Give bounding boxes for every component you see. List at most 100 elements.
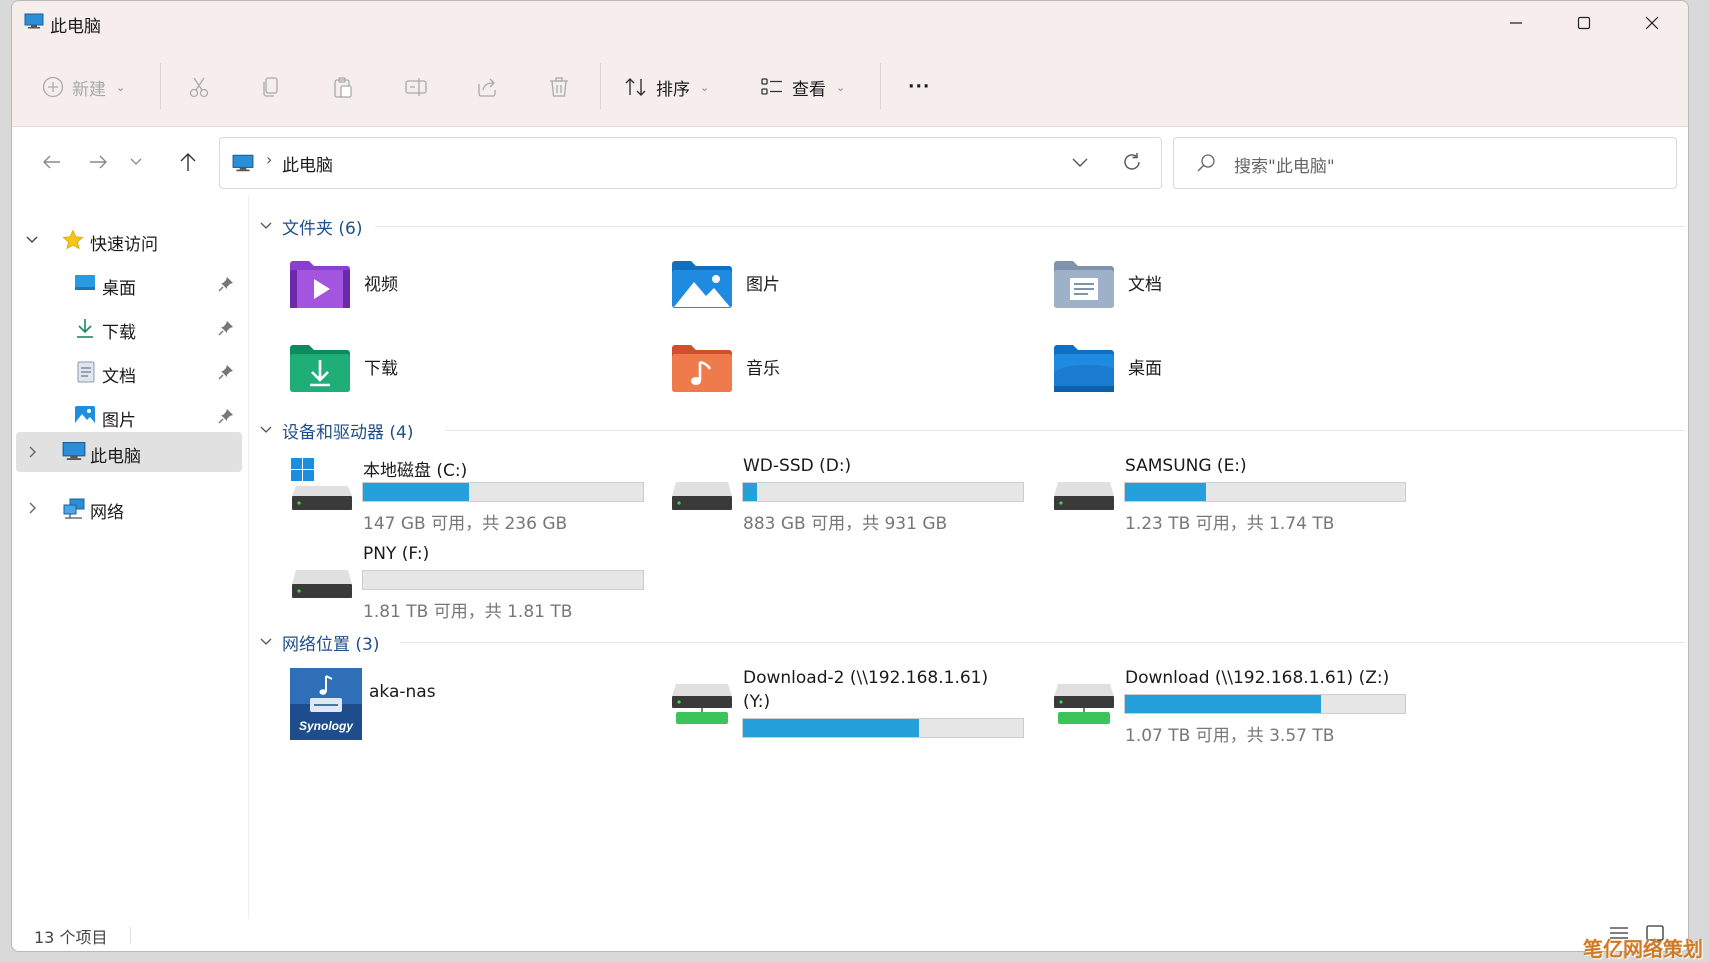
new-button[interactable]: 新建 ⌄ [42, 67, 125, 107]
back-button[interactable] [34, 147, 70, 177]
download-icon [77, 319, 93, 338]
folder-item[interactable]: 视频 [288, 258, 628, 328]
folder-name: 桌面 [1128, 359, 1162, 379]
group-header-folders[interactable]: 文件夹 (6) [260, 211, 362, 241]
pin-icon[interactable] [218, 408, 234, 424]
group-title: 文件夹 (6) [282, 218, 363, 239]
chevron-down-icon: ⌄ [116, 80, 126, 94]
address-bar[interactable]: › 此电脑 [219, 137, 1162, 189]
star-icon [62, 229, 84, 250]
share-button[interactable] [476, 67, 498, 107]
chevron-down-icon[interactable] [1071, 152, 1089, 172]
refresh-icon[interactable] [1121, 151, 1143, 173]
group-divider [400, 642, 1685, 643]
sidebar-item-downloads[interactable]: 下载 [16, 308, 242, 348]
hard-drive-icon [1054, 482, 1114, 510]
network-icon [63, 498, 85, 519]
chevron-right-icon[interactable] [24, 500, 40, 516]
folder-item[interactable]: 下载 [288, 342, 628, 412]
plus-circle-icon [42, 76, 64, 98]
more-options-button[interactable]: ··· [908, 67, 930, 107]
search-box[interactable]: 搜索"此电脑" [1173, 137, 1677, 189]
hard-drive-icon [292, 570, 352, 598]
folder-item[interactable]: 文档 [1052, 258, 1392, 328]
folder-item[interactable]: 图片 [670, 258, 1010, 328]
new-label: 新建 [72, 79, 106, 100]
group-divider [445, 430, 1685, 431]
sidebar-label: 快速访问 [90, 235, 158, 255]
this-pc-icon [24, 13, 44, 29]
drive-usage-fill [1125, 695, 1321, 713]
drive-usage-bar [1124, 694, 1406, 714]
delete-button[interactable] [548, 67, 570, 107]
drive-space-info: 1.23 TB 可用，共 1.74 TB [1125, 514, 1335, 534]
this-pc-icon [232, 154, 254, 172]
forward-button[interactable] [80, 147, 116, 177]
scissors-icon [189, 77, 209, 98]
folder-item[interactable]: 音乐 [670, 342, 1010, 412]
pin-icon[interactable] [218, 320, 234, 336]
drive-usage-bar [1124, 482, 1406, 502]
copy-button[interactable] [260, 67, 282, 107]
system-drive-icon [291, 458, 352, 510]
chevron-down-icon[interactable] [24, 232, 40, 248]
toolbar-divider [160, 63, 161, 109]
sidebar-label: 图片 [102, 411, 136, 431]
sidebar-item-desktop[interactable]: 桌面 [16, 264, 242, 304]
sidebar-item-quick-access[interactable]: 快速访问 [16, 220, 242, 260]
cut-button[interactable] [188, 67, 210, 107]
search-icon [1197, 154, 1215, 172]
folder-item[interactable]: 桌面 [1052, 342, 1392, 412]
music-folder-icon [672, 345, 732, 392]
minimize-icon [1510, 22, 1522, 24]
sort-button[interactable]: 排序 ⌄ [624, 67, 709, 107]
status-bar: 13 个项目 [12, 919, 1688, 951]
desktop-icon [75, 275, 95, 290]
drive-item[interactable]: WD-SSD (D:) 883 GB 可用，共 931 GB [670, 456, 1030, 538]
view-button[interactable]: 查看 ⌄ [760, 67, 845, 107]
synology-nas-icon: Synology [290, 668, 362, 740]
breadcrumb-this-pc[interactable]: 此电脑 [282, 151, 333, 176]
chevron-down-icon [130, 158, 142, 165]
rename-button[interactable] [404, 67, 428, 107]
sidebar-item-network[interactable]: 网络 [16, 488, 242, 528]
minimize-button[interactable] [1482, 1, 1550, 45]
maximize-button[interactable] [1550, 1, 1618, 45]
search-input[interactable]: 搜索"此电脑" [1234, 152, 1335, 177]
more-options-icon: ··· [908, 77, 931, 97]
network-drive-item[interactable]: Download (\\192.168.1.61) (Z:) 1.07 TB 可… [1052, 668, 1412, 750]
drive-usage-fill [743, 483, 757, 501]
drive-usage-bar [362, 570, 644, 590]
group-title: 设备和驱动器 (4) [282, 422, 414, 443]
sidebar-item-pictures[interactable]: 图片 [16, 396, 242, 436]
sidebar-item-documents[interactable]: 文档 [16, 352, 242, 392]
drive-item[interactable]: PNY (F:) 1.81 TB 可用，共 1.81 TB [290, 544, 650, 626]
recent-locations-button[interactable] [124, 147, 148, 177]
drive-usage-bar [742, 482, 1024, 502]
drive-item[interactable]: SAMSUNG (E:) 1.23 TB 可用，共 1.74 TB [1052, 456, 1412, 538]
network-drive-name: Download-2 (\\192.168.1.61) [743, 668, 989, 688]
desktop-folder-icon [1054, 345, 1114, 392]
drive-item[interactable]: 本地磁盘 (C:) 147 GB 可用，共 236 GB [290, 458, 650, 538]
group-title: 网络位置 (3) [282, 634, 380, 655]
pin-icon[interactable] [218, 276, 234, 292]
paste-button[interactable] [332, 67, 354, 107]
network-location-item[interactable]: Synology aka-nas [290, 668, 650, 748]
drive-space-info: 1.81 TB 可用，共 1.81 TB [363, 602, 573, 622]
folder-name: 图片 [746, 275, 780, 295]
up-button[interactable] [170, 147, 206, 177]
drive-space-info: 883 GB 可用，共 931 GB [743, 514, 948, 534]
status-divider [130, 927, 131, 943]
pin-icon[interactable] [218, 364, 234, 380]
network-drive-letter: (Y:) [743, 692, 771, 712]
toolbar-divider [880, 63, 881, 109]
group-header-network-locations[interactable]: 网络位置 (3) [260, 627, 379, 657]
folder-name: 视频 [364, 275, 398, 295]
folder-name: 下载 [364, 359, 398, 379]
copy-icon [263, 77, 278, 97]
group-header-drives[interactable]: 设备和驱动器 (4) [260, 415, 413, 445]
network-drive-item[interactable]: Download-2 (\\192.168.1.61) (Y:) [670, 668, 1030, 750]
close-button[interactable] [1618, 1, 1686, 45]
chevron-right-icon[interactable] [24, 444, 40, 460]
sidebar-item-this-pc[interactable]: 此电脑 [16, 432, 242, 472]
